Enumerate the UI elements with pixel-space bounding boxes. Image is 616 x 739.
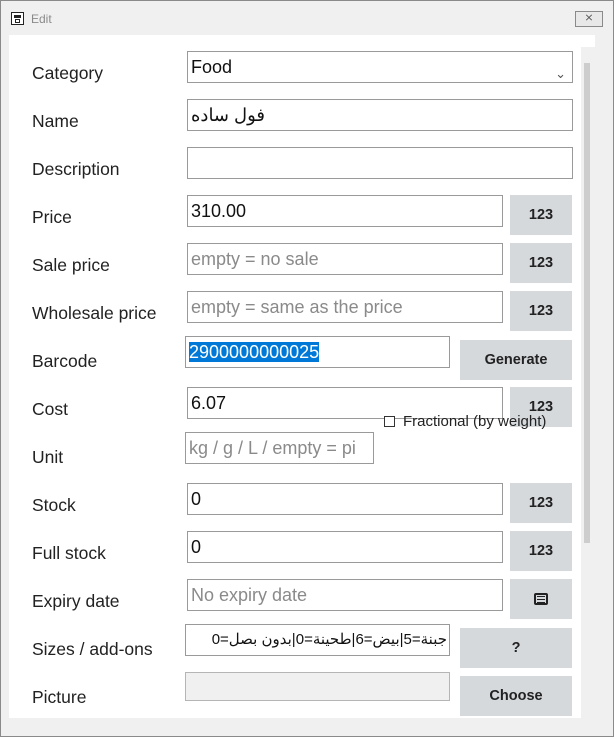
unit-input[interactable]: kg / g / L / empty = pi [185,432,374,464]
calendar-button[interactable] [510,579,572,619]
category-label: Category [32,63,104,83]
price-label: Price [32,207,72,227]
generate-barcode-button[interactable]: Generate [460,340,572,380]
sizes-addons-label: Sizes / add-ons [32,639,153,659]
wholesale-price-input[interactable]: empty = same as the price [187,291,503,323]
sale-price-keypad-button[interactable]: 123 [510,243,572,283]
stock-keypad-button[interactable]: 123 [510,483,572,523]
scrollbar-thumb[interactable] [584,63,590,543]
stock-label: Stock [32,495,76,515]
sizes-addons-input[interactable]: جبنة=5|بيض=6|طحينة=0|بدون بصل=0 [185,624,450,656]
choose-picture-button[interactable]: Choose [460,676,572,716]
picture-label: Picture [32,687,87,707]
barcode-input[interactable]: 2900000000025 [185,336,450,368]
cost-label: Cost [32,399,68,419]
full-stock-label: Full stock [32,543,106,563]
category-combobox[interactable]: Food ⌄ [187,51,573,83]
barcode-label: Barcode [32,351,98,371]
expiry-date-input[interactable]: No expiry date [187,579,503,611]
name-input[interactable]: فول ساده [187,99,573,131]
form-panel: Category Food ⌄ Name فول ساده Descriptio… [9,35,595,718]
description-label: Description [32,159,120,179]
chevron-down-icon: ⌄ [555,66,566,81]
price-input[interactable]: 310.00 [187,195,503,227]
title-bar: Edit ⨯ [1,1,613,35]
fractional-checkbox-label: Fractional (by weight) [403,413,547,430]
sale-price-label: Sale price [32,255,110,275]
description-input[interactable] [187,147,573,179]
category-value: Food [191,57,233,77]
name-label: Name [32,111,79,131]
app-icon [11,12,24,25]
close-button[interactable]: ⨯ [575,11,603,27]
edit-window: Edit ⨯ Category Food ⌄ Name فول ساده Des… [0,0,614,737]
full-stock-input[interactable]: 0 [187,531,503,563]
unit-label: Unit [32,447,64,467]
picture-path-field [185,672,450,701]
window-title: Edit [31,12,52,26]
barcode-value: 2900000000025 [189,342,320,362]
sale-price-input[interactable]: empty = no sale [187,243,503,275]
calendar-icon [534,593,548,605]
stock-input[interactable]: 0 [187,483,503,515]
sizes-help-button[interactable]: ? [460,628,572,668]
full-stock-keypad-button[interactable]: 123 [510,531,572,571]
expiry-date-label: Expiry date [32,591,120,611]
fractional-checkbox[interactable] [384,416,395,427]
price-keypad-button[interactable]: 123 [510,195,572,235]
wholesale-price-label: Wholesale price [32,303,157,323]
wholesale-price-keypad-button[interactable]: 123 [510,291,572,331]
